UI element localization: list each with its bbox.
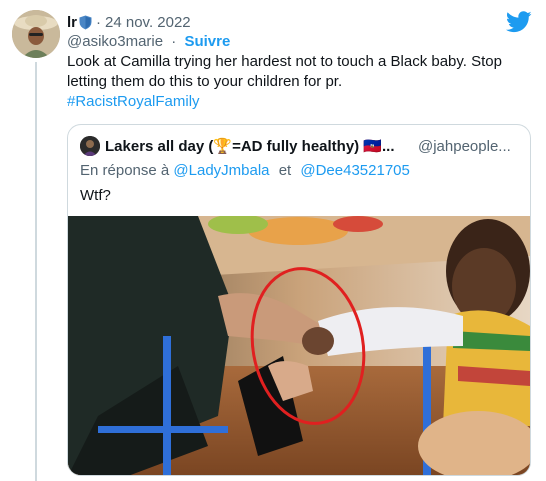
avatar-photo: [12, 10, 60, 58]
tweet-date[interactable]: 24 nov. 2022: [105, 14, 191, 31]
quoted-author-avatar[interactable]: [80, 136, 100, 156]
thread-line: [35, 62, 37, 481]
tweet-header: lr · 24 nov. 2022: [67, 11, 191, 33]
reply-conjunction: et: [278, 162, 292, 179]
quoted-tweet-header: Lakers all day (🏆=AD fully healthy) 🇭🇹..…: [80, 136, 520, 156]
reply-context: En réponse à @LadyJmbala et @Dee43521705: [80, 162, 410, 179]
quoted-author-name[interactable]: Lakers all day (🏆=AD fully healthy) 🇭🇹..…: [105, 137, 395, 155]
quoted-author-handle[interactable]: @jahpeople...: [418, 138, 511, 155]
tweet-card: lr · 24 nov. 2022 @asiko3marie · Suivre …: [0, 0, 546, 481]
handle-row: @asiko3marie · Suivre: [67, 33, 230, 50]
follow-button[interactable]: Suivre: [184, 33, 230, 50]
author-name[interactable]: lr: [67, 14, 77, 31]
quoted-tweet-text: Wtf?: [80, 187, 111, 204]
video-thumbnail[interactable]: [68, 216, 530, 475]
reply-mention-1[interactable]: @LadyJmbala: [173, 162, 269, 179]
reply-mention-2[interactable]: @Dee43521705: [300, 162, 409, 179]
shield-icon: [79, 15, 92, 30]
reply-prefix: En réponse à: [80, 162, 170, 179]
quoted-tweet[interactable]: Lakers all day (🏆=AD fully healthy) 🇭🇹..…: [67, 124, 531, 476]
author-handle[interactable]: @asiko3marie: [67, 33, 163, 50]
separator-dot: ·: [171, 33, 177, 50]
separator-dot: ·: [96, 13, 102, 31]
author-avatar[interactable]: [12, 10, 60, 58]
hashtag-link[interactable]: #RacistRoyalFamily: [67, 93, 200, 110]
video-frame-image: [68, 216, 530, 475]
tweet-text: Look at Camilla trying her hardest not t…: [67, 53, 502, 90]
twitter-bird-icon[interactable]: [506, 11, 532, 33]
